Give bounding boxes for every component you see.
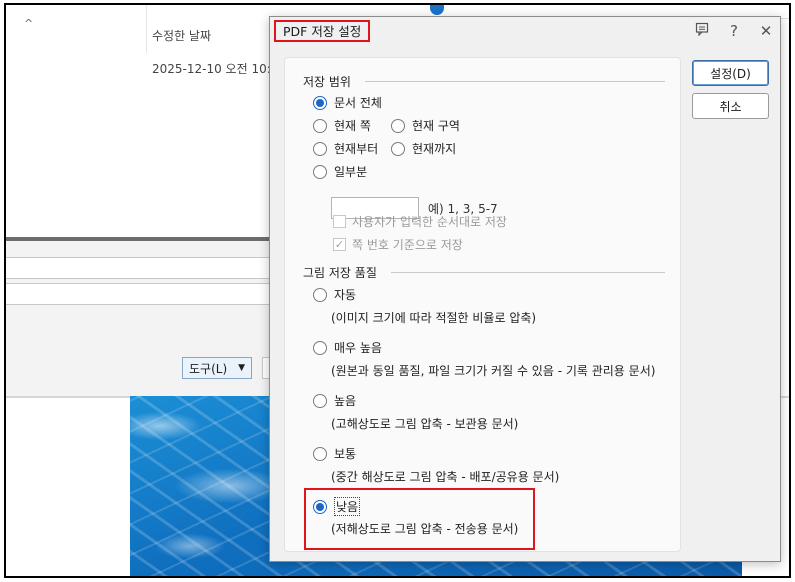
radio-label: 현재 구역: [412, 119, 460, 133]
pdf-save-settings-dialog: PDF 저장 설정 ? ✕ 저장 범위 문서 전체 현재 쪽 현재 구역 현재부…: [269, 16, 781, 562]
radio-from-current[interactable]: 현재부터: [313, 140, 378, 157]
radio-button-selected[interactable]: [313, 499, 327, 514]
radio-current-page[interactable]: 현재 쪽: [313, 117, 371, 134]
divider: [365, 81, 665, 82]
radio-label: 자동: [334, 288, 357, 302]
dialog-title: PDF 저장 설정: [274, 20, 371, 42]
radio-button-selected[interactable]: [313, 95, 327, 110]
radio-button[interactable]: [391, 118, 405, 133]
quality-low-description: (저해상도로 그림 압축 - 전송용 문서): [331, 522, 519, 536]
radio-quality-very-high[interactable]: 매우 높음: [313, 339, 382, 356]
column-divider: [146, 5, 147, 53]
radio-label: 매우 높음: [334, 341, 382, 355]
radio-label: 현재부터: [334, 142, 379, 156]
radio-current-section[interactable]: 현재 구역: [391, 117, 460, 134]
divider: [391, 272, 665, 273]
image-quality-header: 그림 저장 품질: [303, 266, 377, 280]
file-modified-date: 2025-12-10 오전 10:19: [152, 62, 287, 76]
confirm-button[interactable]: 설정(D): [692, 60, 769, 86]
radio-button[interactable]: [313, 393, 327, 408]
divider: [6, 237, 272, 241]
checkbox-label: 사용자가 입력한 순서대로 저장: [352, 215, 507, 229]
radio-button[interactable]: [391, 141, 405, 156]
tools-dropdown[interactable]: 도구(L) ▼: [182, 357, 252, 379]
quality-very-high-description: (원본과 동일 품질, 파일 크기가 커질 수 있음 - 기록 관리용 문서): [331, 364, 656, 378]
cancel-button[interactable]: 취소: [692, 93, 769, 119]
file-type-field[interactable]: [6, 283, 272, 305]
screenshot-frame: ^ 수정한 날짜 2025-12-10 오전 10:19 도구(L) ▼ PDF…: [4, 3, 791, 578]
radio-button[interactable]: [313, 446, 327, 461]
radio-button[interactable]: [313, 141, 327, 156]
radio-until-current[interactable]: 현재까지: [391, 140, 456, 157]
comment-icon[interactable]: [694, 22, 710, 40]
tools-label: 도구(L): [189, 361, 228, 376]
radio-label: 낮음: [334, 497, 361, 516]
radio-label: 높음: [334, 394, 357, 408]
file-name-field[interactable]: [6, 257, 272, 279]
modified-date-column-header[interactable]: 수정한 날짜: [152, 27, 211, 44]
checkbox-user-order[interactable]: 사용자가 입력한 순서대로 저장: [333, 213, 507, 230]
chevron-down-icon: ▼: [238, 363, 245, 373]
dialog-titlebar[interactable]: PDF 저장 설정 ? ✕: [270, 17, 780, 47]
radio-label: 일부분: [334, 165, 368, 179]
save-range-header: 저장 범위: [303, 75, 351, 89]
radio-quality-normal[interactable]: 보통: [313, 445, 356, 462]
radio-partial[interactable]: 일부분: [313, 163, 367, 180]
radio-label: 현재까지: [412, 142, 457, 156]
radio-label: 문서 전체: [334, 96, 382, 110]
radio-button[interactable]: [313, 287, 327, 302]
radio-label: 보통: [334, 447, 357, 461]
settings-panel: 저장 범위 문서 전체 현재 쪽 현재 구역 현재부터 현재까지 일부분 예) …: [284, 57, 681, 552]
radio-quality-auto[interactable]: 자동: [313, 286, 356, 303]
checkmark-icon[interactable]: ✓: [333, 238, 346, 251]
checkbox-page-number-basis[interactable]: ✓ 쪽 번호 기준으로 저장: [333, 236, 463, 253]
radio-whole-document[interactable]: 문서 전체: [313, 94, 382, 111]
close-icon[interactable]: ✕: [758, 22, 774, 40]
radio-button[interactable]: [313, 340, 327, 355]
help-icon[interactable]: ?: [726, 22, 742, 40]
titlebar-icons: ? ✕: [694, 22, 774, 40]
quality-normal-description: (중간 해상도로 그림 압축 - 배포/공유용 문서): [331, 470, 560, 484]
radio-quality-high[interactable]: 높음: [313, 392, 356, 409]
radio-label: 현재 쪽: [334, 119, 371, 133]
radio-button[interactable]: [313, 164, 327, 179]
sort-caret-icon[interactable]: ^: [24, 17, 33, 30]
checkbox-label: 쪽 번호 기준으로 저장: [352, 238, 463, 252]
checkbox[interactable]: [333, 215, 346, 228]
quality-auto-description: (이미지 크기에 따라 적절한 비율로 압축): [331, 311, 537, 325]
radio-button[interactable]: [313, 118, 327, 133]
radio-quality-low[interactable]: 낮음: [313, 497, 361, 516]
quality-high-description: (고해상도로 그림 압축 - 보관용 문서): [331, 417, 519, 431]
